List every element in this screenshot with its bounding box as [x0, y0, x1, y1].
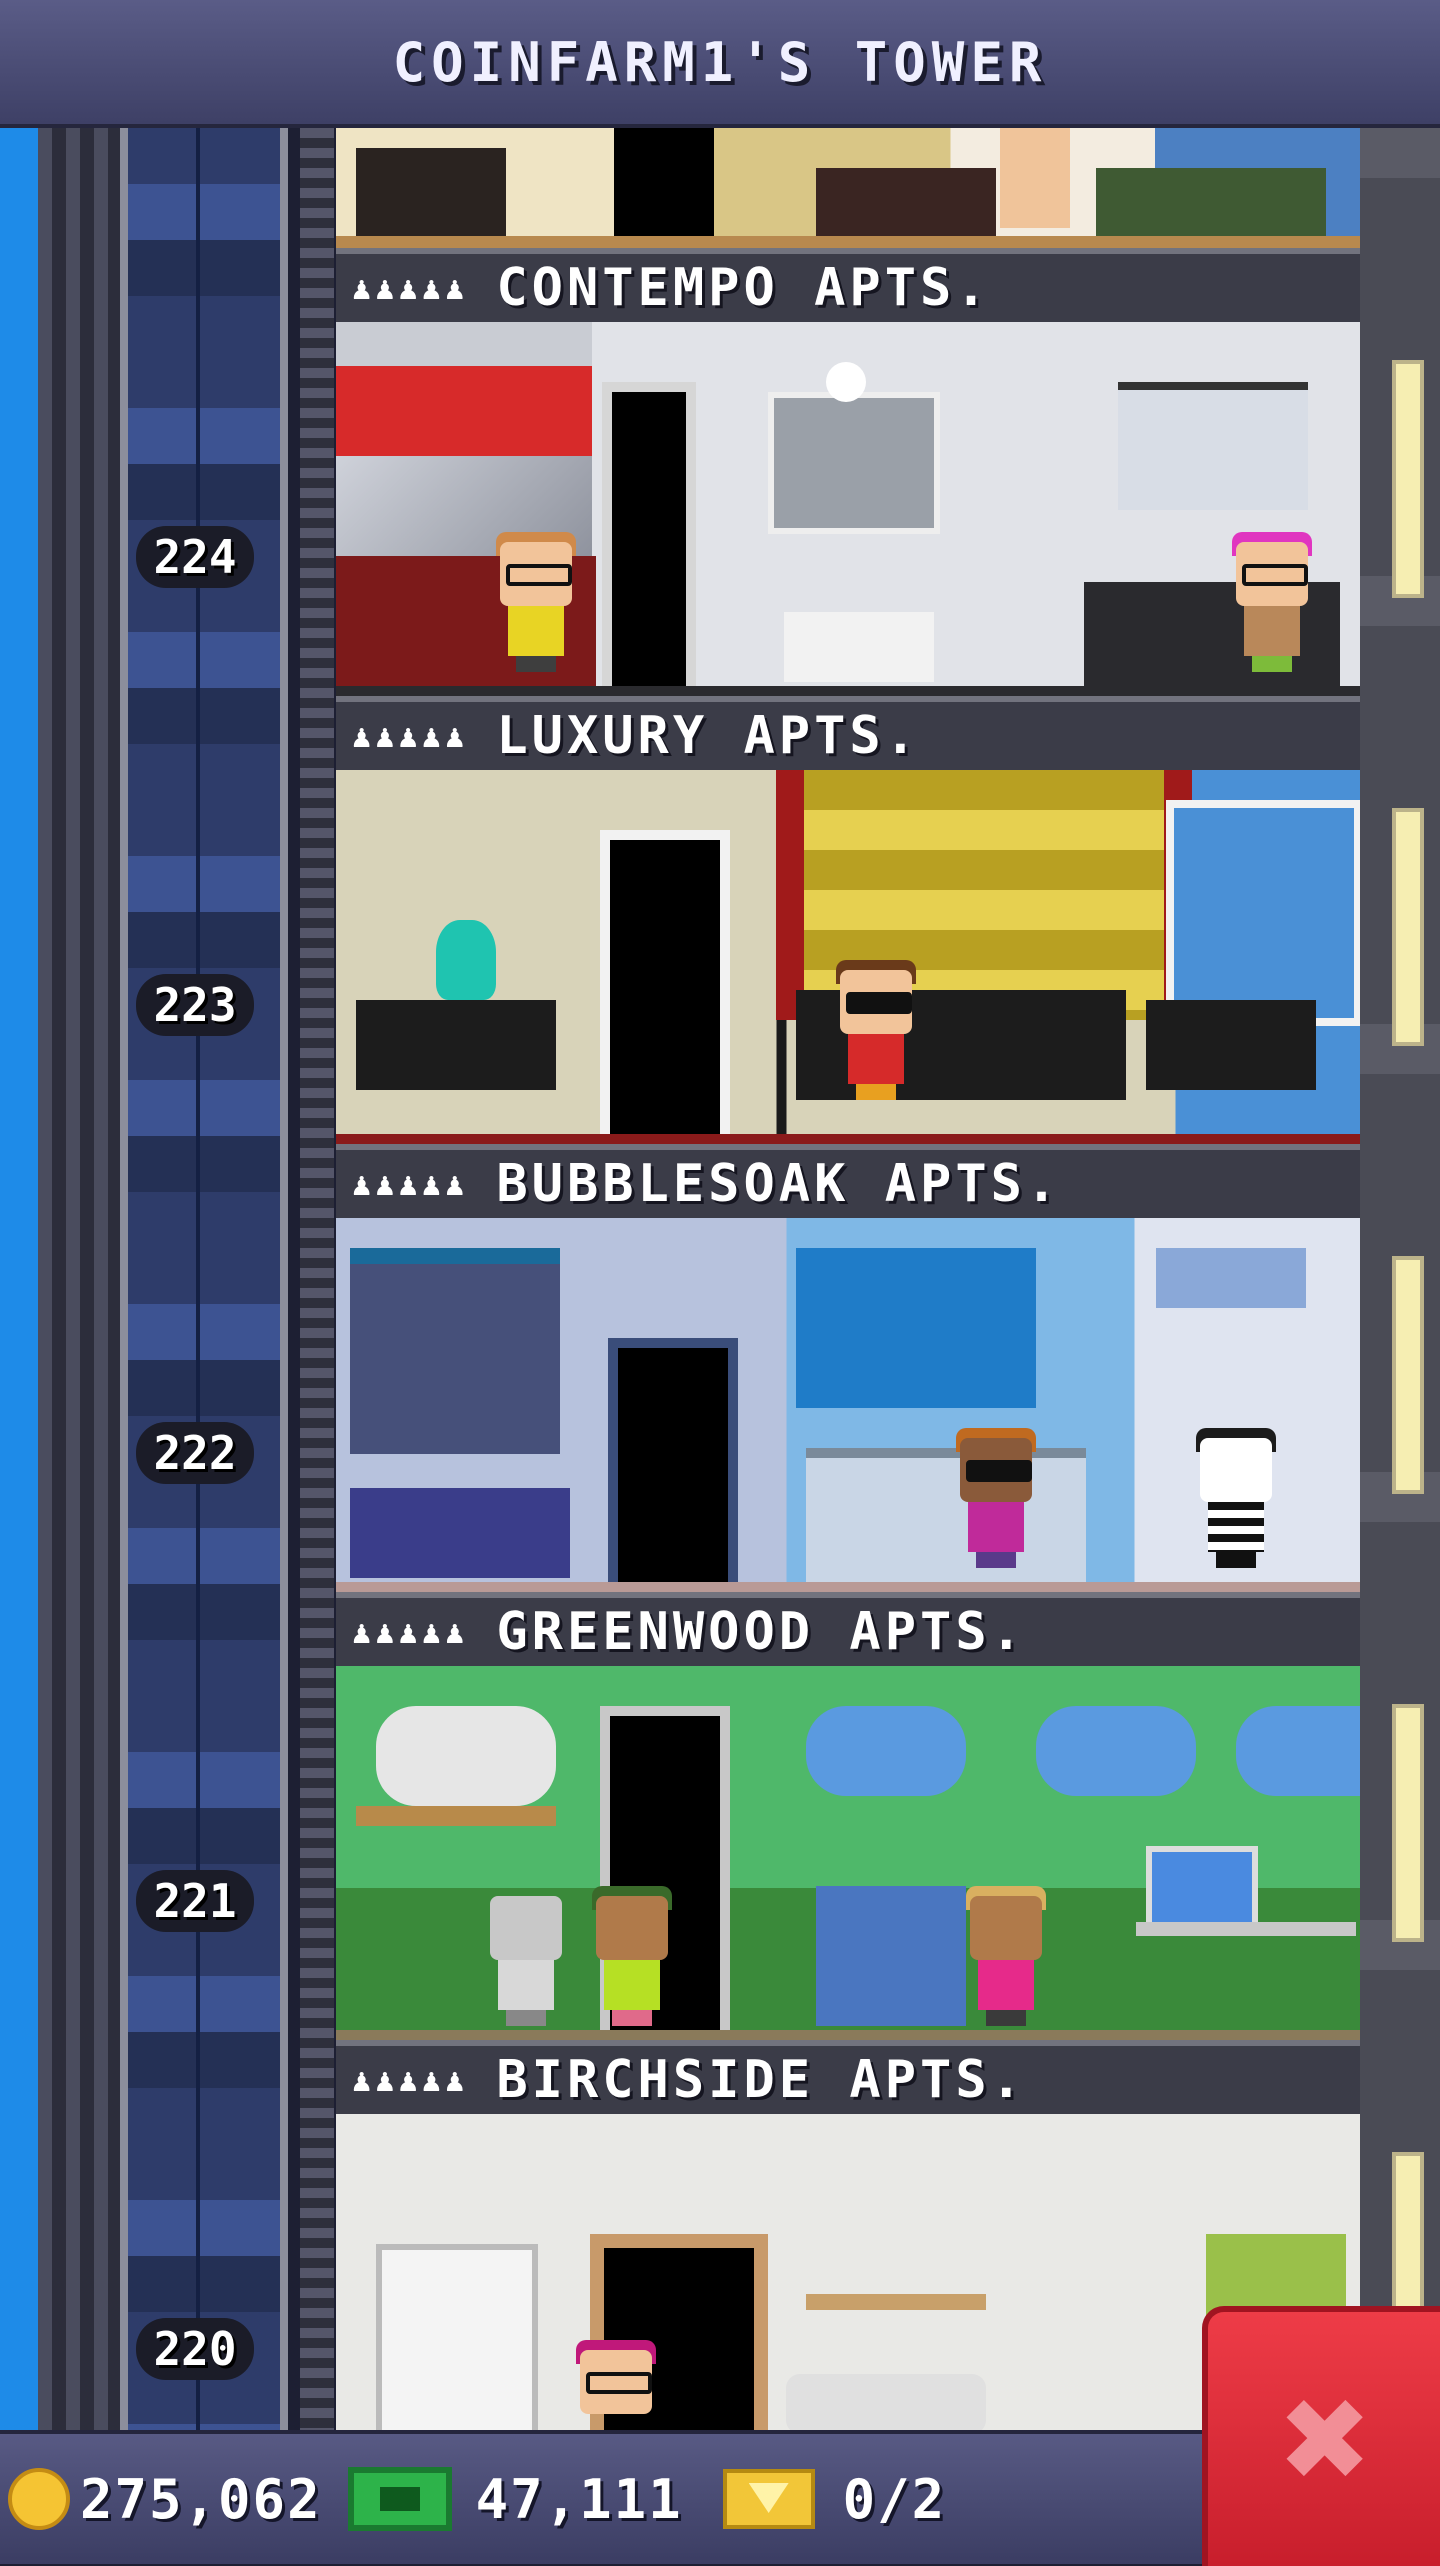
lounge-chairs — [1096, 168, 1326, 238]
bux-value[interactable]: 47,111 — [476, 2468, 683, 2531]
doorway — [600, 830, 730, 1140]
room-interior — [336, 322, 1360, 692]
bed-base — [350, 1488, 570, 1578]
sofa — [786, 2374, 986, 2430]
bath-wall — [796, 1248, 1036, 1408]
residents-icon: ♟♟♟♟♟ — [352, 269, 469, 307]
resident[interactable] — [1000, 128, 1070, 228]
bookcase — [376, 2244, 538, 2430]
elevator-shaft[interactable] — [120, 128, 288, 2430]
bed — [816, 168, 996, 238]
close-icon: ✖ — [1281, 2352, 1373, 2526]
resident-robot[interactable] — [486, 1896, 566, 2026]
sideboard — [356, 1000, 556, 1090]
room-interior — [336, 770, 1360, 1140]
window-light — [1392, 1256, 1424, 1494]
coin-icon — [8, 2468, 70, 2530]
window-light — [1392, 808, 1424, 1046]
wall-shelf — [806, 2294, 986, 2310]
window-light — [1392, 360, 1424, 598]
resident[interactable] — [956, 1428, 1036, 1568]
sky-background — [0, 128, 38, 2430]
residents-icon: ♟♟♟♟♟ — [352, 1165, 469, 1203]
coffee-table — [784, 612, 934, 682]
floor-number-223[interactable]: 223 — [136, 974, 254, 1036]
tickets-value[interactable]: 0/2 — [843, 2468, 947, 2531]
nightstand — [1146, 1000, 1316, 1090]
floor-name: BIRCHSIDE APTS. — [496, 2050, 1026, 2110]
computer — [1146, 1846, 1258, 1928]
floor-223[interactable]: ♟♟♟♟♟ LUXURY APTS. — [336, 696, 1360, 1144]
floor-224[interactable]: ♟♟♟♟♟ CONTEMPO APTS. — [336, 248, 1360, 696]
bathtub — [806, 1448, 1086, 1588]
floor-222[interactable]: ♟♟♟♟♟ BUBBLESOAK APTS. — [336, 1144, 1360, 1592]
mirror — [376, 1706, 556, 1806]
doorway — [614, 128, 714, 240]
window — [1036, 1706, 1196, 1796]
resident[interactable] — [576, 2340, 656, 2430]
dresser — [356, 148, 506, 238]
window-light — [1392, 1704, 1424, 1942]
golden-ticket-icon — [722, 2469, 815, 2529]
elevator-track — [300, 128, 334, 2430]
floor-name: BUBBLESOAK APTS. — [496, 1154, 1062, 1214]
title-bar: COINFARM1'S TOWER — [0, 0, 1440, 128]
resident[interactable] — [592, 1886, 672, 2026]
window — [1236, 1706, 1360, 1796]
window — [806, 1706, 966, 1796]
coins-value[interactable]: 275,062 — [80, 2468, 322, 2531]
resident[interactable] — [1196, 1428, 1276, 1568]
tower-bux-icon — [347, 2467, 452, 2531]
tower-title: COINFARM1'S TOWER — [392, 30, 1048, 94]
residents-icon: ♟♟♟♟♟ — [352, 2061, 469, 2099]
room-interior — [336, 1666, 1360, 2036]
residents-icon: ♟♟♟♟♟ — [352, 717, 469, 755]
wall-shelf — [356, 1806, 556, 1826]
floor-label: ♟♟♟♟♟ BIRCHSIDE APTS. — [336, 2040, 1360, 2114]
shelf — [1118, 382, 1308, 510]
residents-icon: ♟♟♟♟♟ — [352, 1613, 469, 1651]
floor-name: CONTEMPO APTS. — [496, 258, 991, 318]
desk — [1136, 1922, 1356, 1936]
resident[interactable] — [836, 960, 916, 1100]
vase — [436, 920, 496, 1000]
floor-number-221[interactable]: 221 — [136, 1870, 254, 1932]
canopy-bed — [350, 1248, 560, 1454]
floor-label: ♟♟♟♟♟ GREENWOOD APTS. — [336, 1592, 1360, 1666]
pendant-lamp — [826, 362, 866, 402]
room-interior — [336, 1218, 1360, 1588]
doorway — [608, 1338, 738, 1588]
plant-shelf — [1156, 1248, 1306, 1308]
floor-label: ♟♟♟♟♟ BUBBLESOAK APTS. — [336, 1144, 1360, 1218]
floor-221[interactable]: ♟♟♟♟♟ GREENWOOD APTS. — [336, 1592, 1360, 2040]
floor-label: ♟♟♟♟♟ LUXURY APTS. — [336, 696, 1360, 770]
resident[interactable] — [1232, 532, 1312, 672]
floor-label: ♟♟♟♟♟ CONTEMPO APTS. — [336, 248, 1360, 322]
floor-number-224[interactable]: 224 — [136, 526, 254, 588]
floor-name: LUXURY APTS. — [496, 706, 921, 766]
close-button[interactable]: ✖ — [1202, 2306, 1440, 2566]
floor-number-222[interactable]: 222 — [136, 1422, 254, 1484]
resident[interactable] — [496, 532, 576, 672]
floor-name: GREENWOOD APTS. — [496, 1602, 1026, 1662]
armchair — [816, 1886, 966, 2026]
window — [1166, 800, 1360, 1026]
floor-225-partial[interactable] — [336, 128, 1360, 248]
resident[interactable] — [966, 1886, 1046, 2026]
wall-art — [768, 392, 940, 534]
doorway — [602, 382, 696, 692]
floor-number-220[interactable]: 220 — [136, 2318, 254, 2380]
